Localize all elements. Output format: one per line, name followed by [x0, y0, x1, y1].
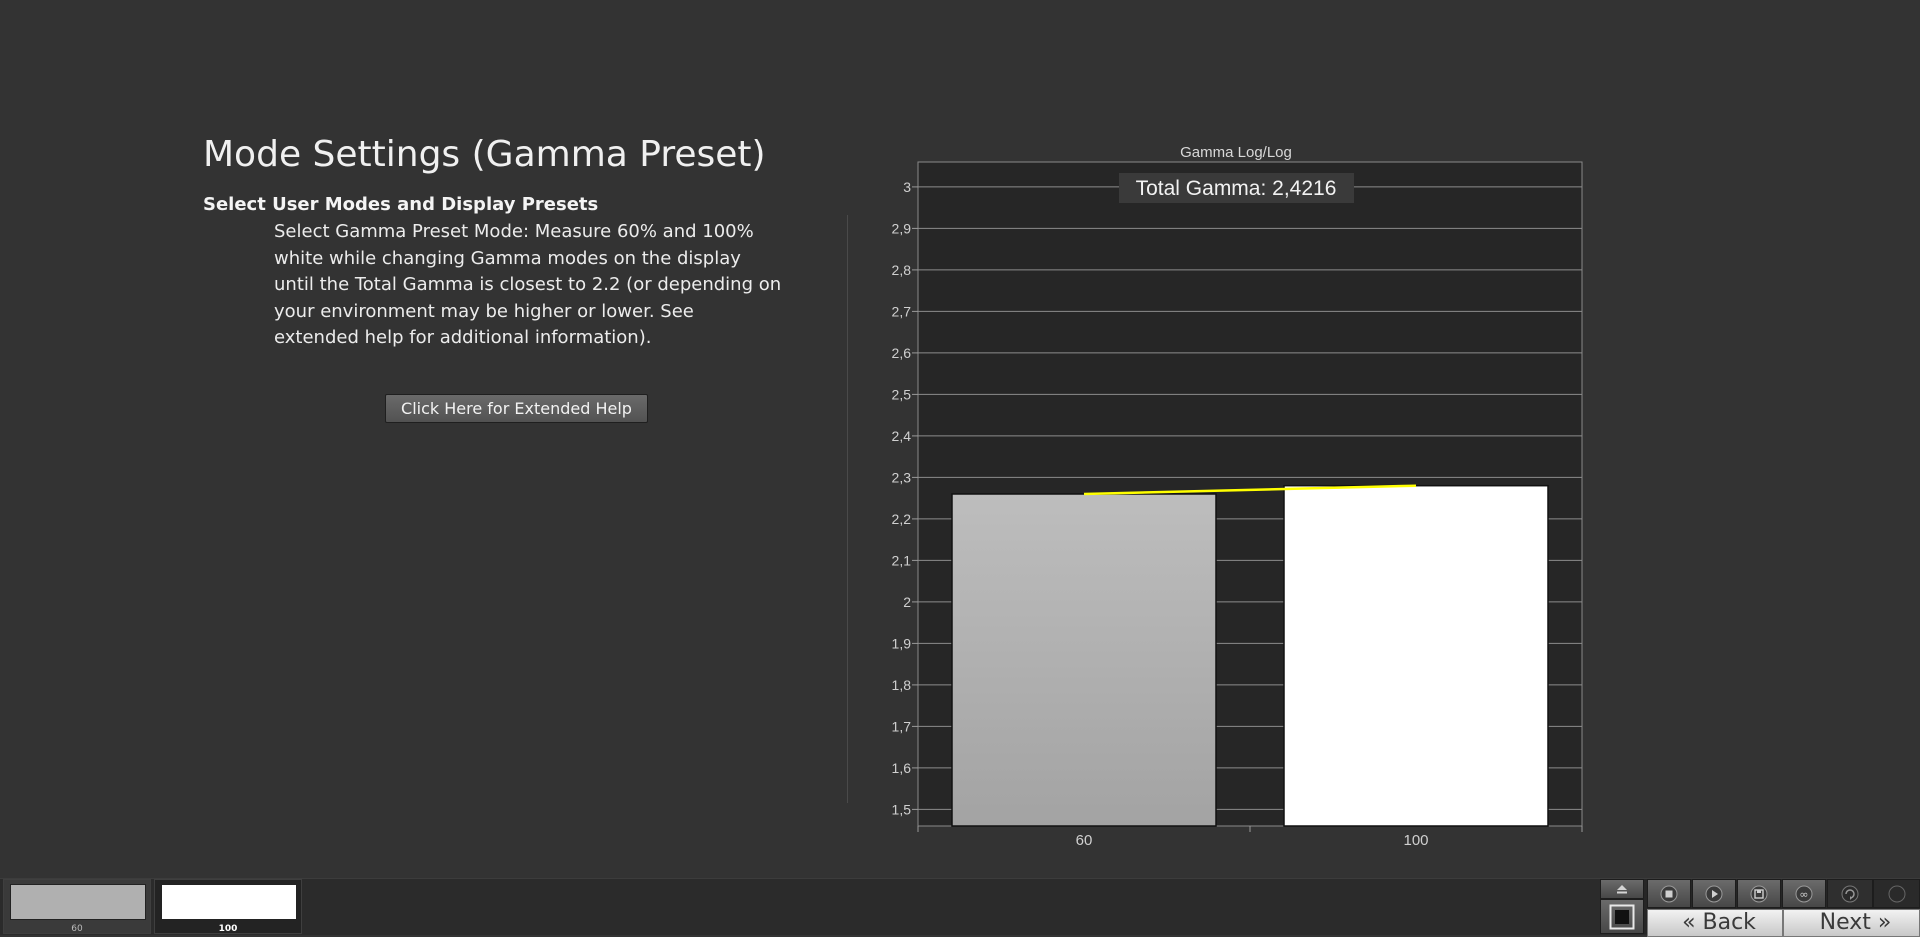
patch-label: 60	[71, 924, 83, 934]
y-tick-label: 2,7	[892, 303, 912, 319]
play-icon[interactable]	[1692, 879, 1736, 908]
y-tick-label: 2,4	[892, 428, 912, 444]
square-icon[interactable]	[1600, 899, 1644, 934]
patch-swatch	[161, 884, 297, 920]
instructions-text: Select Gamma Preset Mode: Measure 60% an…	[274, 221, 782, 348]
y-tick-label: 1,8	[892, 677, 912, 693]
y-tick-label: 2,5	[892, 386, 912, 402]
section-subtitle: Select User Modes and Display Presets	[203, 194, 599, 215]
record-icon[interactable]	[1873, 879, 1920, 908]
y-tick-label: 2,8	[892, 262, 912, 278]
total-gamma-label: Total Gamma: 2,4216	[1136, 177, 1337, 200]
eject-icon[interactable]	[1600, 879, 1644, 899]
y-tick-label: 2	[903, 594, 911, 610]
stop-icon[interactable]	[1647, 879, 1691, 908]
back-button[interactable]: « Back	[1647, 909, 1783, 937]
y-tick-label: 1,5	[892, 801, 912, 817]
y-tick-label: 1,9	[892, 635, 912, 651]
patch-swatch	[10, 884, 146, 920]
panel-divider	[847, 215, 848, 803]
patch-60[interactable]: 60	[3, 879, 151, 934]
patch-100[interactable]: 100	[154, 879, 302, 934]
patch-label: 100	[218, 924, 238, 934]
y-tick-label: 1,6	[892, 760, 912, 776]
total-gamma-callout: Total Gamma: 2,4216	[1119, 173, 1354, 203]
y-tick-label: 2,9	[892, 220, 912, 236]
bar-100	[1283, 484, 1549, 827]
y-tick-label: 2,6	[892, 345, 912, 361]
y-tick-label: 1,7	[892, 718, 912, 734]
y-tick-label: 2,1	[892, 552, 912, 568]
loop-icon[interactable]: ∞	[1782, 879, 1826, 908]
save-icon[interactable]	[1737, 879, 1781, 908]
next-button[interactable]: Next »	[1783, 909, 1920, 937]
chart-title: Gamma Log/Log	[1180, 144, 1292, 161]
gamma-chart: Gamma Log/Log 3 2,9 2,8 2,7 2,6 2,5 2,4 2,3 2,2 2…	[892, 144, 1583, 845]
bar-60	[951, 493, 1217, 827]
x-tick-label: 100	[1403, 832, 1428, 845]
x-tick-label: 60	[1076, 832, 1093, 845]
extended-help-button[interactable]: Click Here for Extended Help	[385, 394, 648, 423]
refresh-icon[interactable]	[1827, 879, 1873, 908]
page-title: Mode Settings (Gamma Preset)	[203, 134, 766, 175]
y-tick-label: 2,3	[892, 469, 912, 485]
y-tick-label: 3	[903, 179, 911, 195]
svg-text:∞: ∞	[1799, 888, 1808, 901]
y-tick-label: 2,2	[892, 511, 912, 527]
